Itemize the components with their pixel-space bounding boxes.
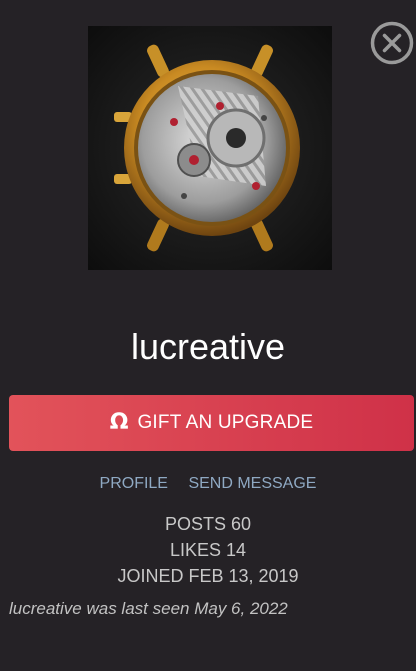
watch-movement-image	[88, 26, 332, 270]
user-stats: POSTS 60 LIKES 14 JOINED FEB 13, 2019	[0, 512, 416, 590]
likes-value: 14	[226, 540, 247, 560]
profile-links: PROFILE SEND MESSAGE	[0, 474, 416, 494]
close-circle-icon	[370, 21, 414, 65]
avatar	[88, 26, 332, 270]
gift-upgrade-button[interactable]: Ω GIFT AN UPGRADE	[9, 395, 414, 451]
posts-stat: POSTS 60	[0, 512, 416, 538]
likes-stat: LIKES 14	[0, 538, 416, 564]
likes-label: LIKES	[169, 540, 221, 560]
gift-upgrade-label: GIFT AN UPGRADE	[137, 412, 314, 433]
posts-label: POSTS	[164, 514, 226, 534]
joined-stat: JOINED FEB 13, 2019	[0, 564, 416, 590]
username: lucreative	[130, 326, 286, 367]
last-seen-text: lucreative was last seen May 6, 2022	[9, 599, 288, 618]
omega-icon: Ω	[109, 410, 129, 435]
send-message-link[interactable]: SEND MESSAGE	[188, 475, 316, 492]
close-button[interactable]	[370, 21, 414, 65]
joined-label: JOINED	[117, 566, 184, 586]
posts-value: 60	[230, 514, 252, 534]
profile-link[interactable]: PROFILE	[100, 475, 168, 492]
user-profile-card: lucreative Ω GIFT AN UPGRADE PROFILE SEN…	[0, 0, 416, 671]
joined-value: FEB 13, 2019	[188, 566, 299, 586]
